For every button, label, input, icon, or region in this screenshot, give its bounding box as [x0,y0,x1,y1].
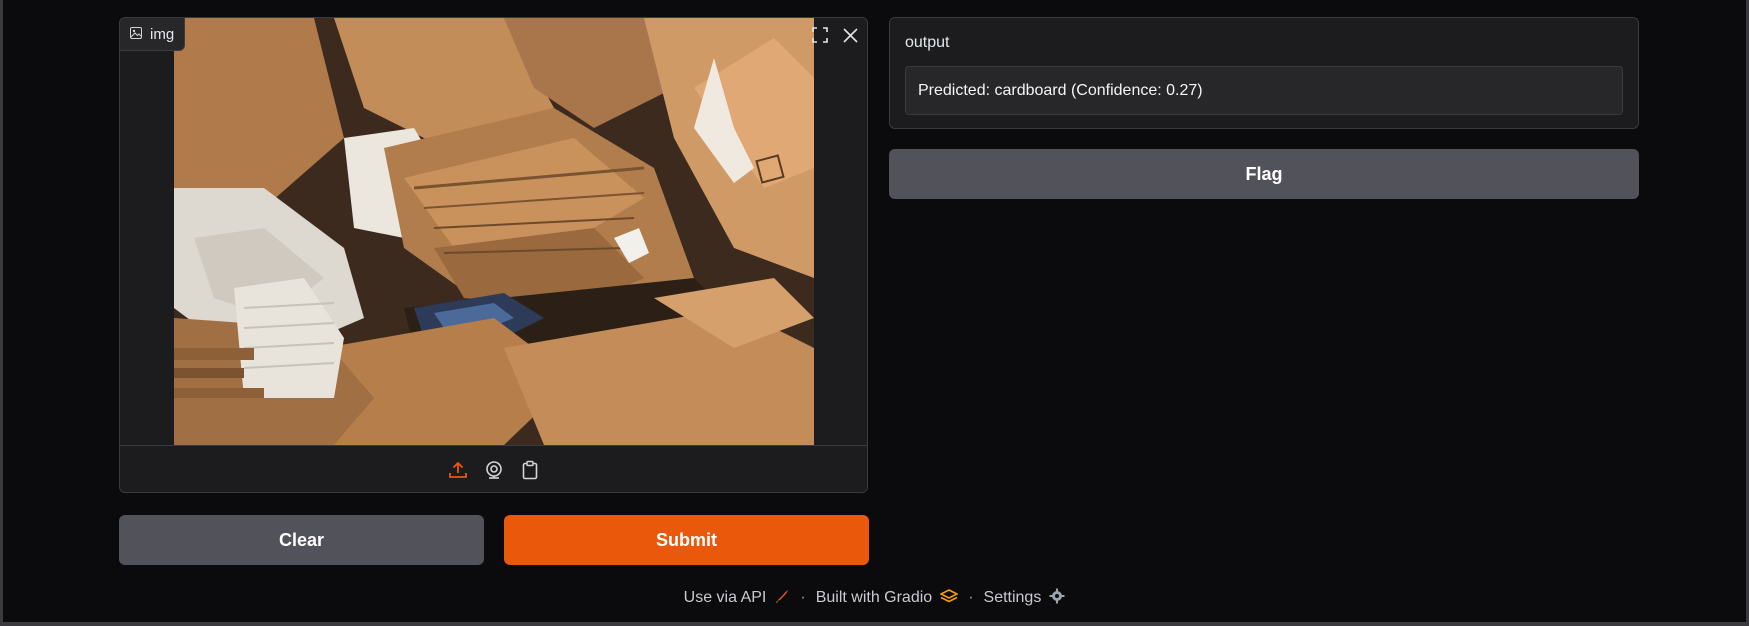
uploaded-image [174,18,814,445]
output-textbox[interactable]: Predicted: cardboard (Confidence: 0.27) [905,66,1623,115]
output-label: output [905,34,950,51]
image-label-text: img [150,25,175,43]
use-via-api-link[interactable]: Use via API [684,588,791,609]
settings-link[interactable]: Settings [984,588,1066,609]
clear-button[interactable]: Clear [119,515,484,565]
rocket-icon [774,588,790,609]
built-with-gradio-link[interactable]: Built with Gradio [815,588,959,608]
footer-separator: · [800,589,806,606]
built-with-gradio-text: Built with Gradio [815,589,933,606]
clipboard-icon[interactable] [518,458,542,482]
image-top-actions [807,22,863,48]
submit-button[interactable]: Submit [504,515,869,565]
image-input[interactable]: img [119,17,868,493]
close-icon[interactable] [837,22,863,48]
gradio-logo-icon [939,588,959,608]
image-icon [130,26,142,43]
gear-icon [1049,588,1065,609]
output-panel: output Predicted: cardboard (Confidence:… [889,17,1639,129]
window-edge-bottom [0,622,1749,626]
footer-separator-2: · [968,589,974,606]
image-preview-area[interactable] [120,18,867,445]
window-edge-left [0,0,3,626]
webcam-icon[interactable] [482,458,506,482]
use-via-api-text: Use via API [683,589,767,606]
image-input-label: img [120,18,186,51]
settings-text: Settings [983,589,1042,606]
image-source-bar [120,445,867,492]
upload-icon[interactable] [446,458,470,482]
footer: Use via API · Built with Gradio · Settin… [0,586,1749,610]
fullscreen-icon[interactable] [807,22,833,48]
app-window: img Clear Submit output Predicted: cardb… [0,0,1749,626]
flag-button[interactable]: Flag [889,149,1639,199]
